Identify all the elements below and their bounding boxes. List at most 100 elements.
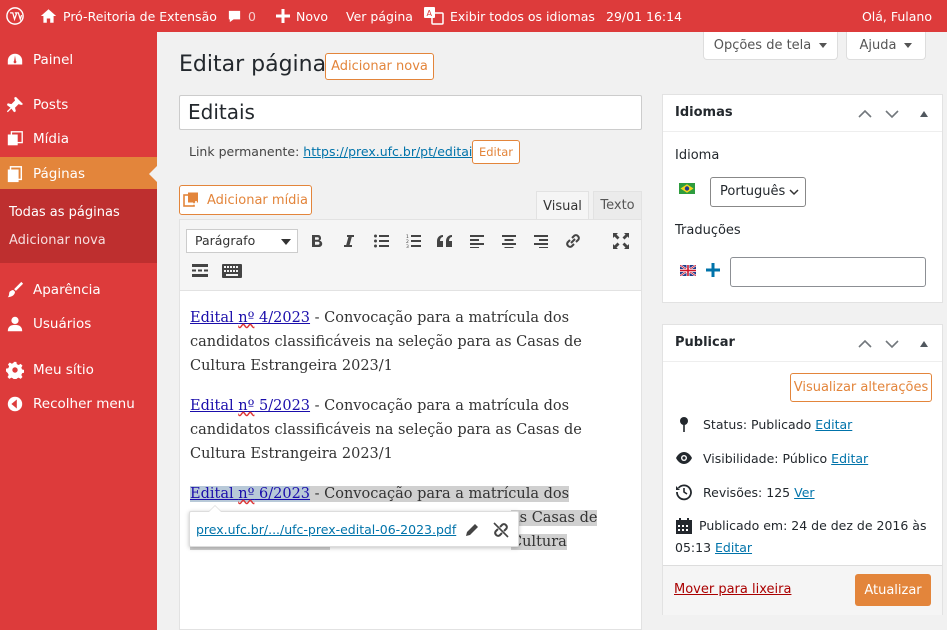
translation-input[interactable] xyxy=(730,257,926,287)
update-button[interactable]: Atualizar xyxy=(855,574,931,606)
align-left-button[interactable] xyxy=(465,229,489,253)
comments-link[interactable]: 0 xyxy=(227,0,256,32)
insert-link-button[interactable] xyxy=(561,229,585,253)
menu-painel[interactable]: Painel xyxy=(0,43,157,77)
quote-icon xyxy=(437,235,452,247)
languages-link[interactable]: A Exibir todos os idiomas xyxy=(424,0,595,32)
read-more-button[interactable] xyxy=(188,259,212,283)
format-select[interactable]: Parágrafo xyxy=(186,229,298,253)
caret-down-icon xyxy=(904,43,913,48)
language-select[interactable]: Português xyxy=(710,177,806,207)
add-media-icon xyxy=(183,192,201,208)
menu-meu-sitio[interactable]: Meu sítio xyxy=(0,353,157,387)
editor-content[interactable]: Edital nº 4/2023 - Convocação para a mat… xyxy=(179,291,642,630)
move-down-button[interactable] xyxy=(885,337,899,351)
new-content-link[interactable]: Novo xyxy=(276,0,328,32)
toggle-panel-button[interactable] xyxy=(917,337,931,351)
account-greeting[interactable]: Olá, Fulano xyxy=(862,0,932,32)
menu-usuarios[interactable]: Usuários xyxy=(0,307,157,341)
move-up-button[interactable] xyxy=(858,107,872,121)
bold-button[interactable] xyxy=(305,229,329,253)
edit-link-button[interactable] xyxy=(460,518,484,542)
remove-link-button[interactable] xyxy=(489,518,513,542)
menu-aparencia[interactable]: Aparência xyxy=(0,273,157,307)
submenu-add-new[interactable]: Adicionar nova xyxy=(9,233,106,248)
permalink-url[interactable]: https://prex.ufc.br/pt/editais/ xyxy=(303,144,483,159)
revisions-label: Revisões: xyxy=(703,484,763,500)
published-time-text: 05:13 xyxy=(675,540,712,555)
align-center-button[interactable] xyxy=(497,229,521,253)
brazil-flag-icon xyxy=(679,183,695,194)
move-down-button[interactable] xyxy=(885,107,899,121)
bullet-list-icon xyxy=(373,234,389,248)
tab-text[interactable]: Texto xyxy=(593,191,642,219)
add-new-button[interactable]: Adicionar nova xyxy=(325,53,434,80)
edit-status-link[interactable]: Editar xyxy=(815,417,852,432)
menu-posts[interactable]: Posts xyxy=(0,88,157,122)
content-paragraph: Edital nº 5/2023 - Convocação para a mat… xyxy=(190,394,630,466)
comments-count: 0 xyxy=(248,8,256,24)
toggle-panel-button[interactable] xyxy=(917,107,931,121)
format-select-value: Parágrafo xyxy=(195,233,256,248)
view-revisions-link[interactable]: Ver xyxy=(794,485,814,500)
link-popup-url[interactable]: prex.ufc.br/.../ufc-prex-edital-06-2023.… xyxy=(196,522,456,537)
date-label: 29/01 16:14 xyxy=(606,8,683,24)
users-icon xyxy=(6,315,24,333)
revisions-row: Revisões: 125 Ver xyxy=(675,481,815,503)
move-to-trash-link[interactable]: Mover para lixeira xyxy=(674,582,791,597)
unlink-icon xyxy=(493,522,509,538)
blockquote-button[interactable] xyxy=(433,229,457,253)
uk-flag-icon xyxy=(680,265,696,276)
menu-collapse[interactable]: Recolher menu xyxy=(0,387,157,421)
submenu-all-pages[interactable]: Todas as páginas xyxy=(9,205,120,220)
add-media-button[interactable]: Adicionar mídia xyxy=(179,185,312,215)
link-text: 5/2023 xyxy=(254,398,311,414)
tab-visual[interactable]: Visual xyxy=(536,191,589,220)
fullscreen-button[interactable] xyxy=(609,229,633,253)
link-text: Edital xyxy=(190,398,239,414)
edital-link[interactable]: Edital nº 4/2023 xyxy=(190,310,310,326)
screen-options-button[interactable]: Opções de tela xyxy=(703,32,838,60)
collapse-icon xyxy=(6,395,24,413)
media-icon xyxy=(6,130,24,148)
italic-button[interactable] xyxy=(337,229,361,253)
status-value: Publicado xyxy=(751,416,812,432)
menu-midia[interactable]: Mídia xyxy=(0,122,157,156)
site-name-link[interactable]: Pró-Reitoria de Extensão xyxy=(40,0,217,32)
help-label: Ajuda xyxy=(859,38,897,53)
bullet-list-button[interactable] xyxy=(369,229,393,253)
move-up-button[interactable] xyxy=(858,337,872,351)
box-title: Idiomas xyxy=(675,105,733,120)
plus-icon xyxy=(276,9,290,23)
add-translation-button[interactable] xyxy=(706,263,720,277)
toolbar-toggle-button[interactable] xyxy=(220,259,244,283)
menu-label: Posts xyxy=(33,97,69,113)
align-right-button[interactable] xyxy=(529,229,553,253)
view-page-link[interactable]: Ver página xyxy=(346,0,413,32)
add-media-label: Adicionar mídia xyxy=(206,192,309,208)
revisions-value: 125 xyxy=(766,484,791,500)
post-title-input[interactable]: Editais xyxy=(179,95,642,130)
permalink-label: Link permanente: xyxy=(189,144,300,159)
visibility-label: Visibilidade: xyxy=(703,450,779,466)
numbered-list-button[interactable]: 123 xyxy=(401,229,425,253)
edital-link[interactable]: Edital nº 5/2023 xyxy=(190,398,310,414)
content-paragraph-continuation: as Casas de Cultura xyxy=(511,506,616,554)
wordpress-icon[interactable] xyxy=(6,0,24,32)
edital-link[interactable]: Edital nº 6/2023 xyxy=(190,486,311,502)
italic-icon xyxy=(344,235,354,247)
content-paragraph-selected: Edital nº 6/2023 - Convocação para a mat… xyxy=(190,482,630,506)
pin-icon xyxy=(6,96,24,114)
read-more-icon xyxy=(192,264,208,277)
edit-date-link[interactable]: Editar xyxy=(715,540,752,555)
link-text: nº xyxy=(238,398,255,414)
paragraph-text: - Convocação para a matrícula dos xyxy=(310,486,570,502)
published-date-row: Publicado em: 24 de dez de 2016 às 05:13… xyxy=(675,515,935,555)
chevron-down-icon xyxy=(789,189,799,196)
language-select-value: Português xyxy=(720,184,786,199)
preview-changes-button[interactable]: Visualizar alterações xyxy=(790,373,932,402)
help-button[interactable]: Ajuda xyxy=(846,32,926,60)
menu-paginas[interactable]: Páginas xyxy=(0,157,157,191)
permalink-edit-button[interactable]: Editar xyxy=(472,140,520,164)
edit-visibility-link[interactable]: Editar xyxy=(831,451,868,466)
